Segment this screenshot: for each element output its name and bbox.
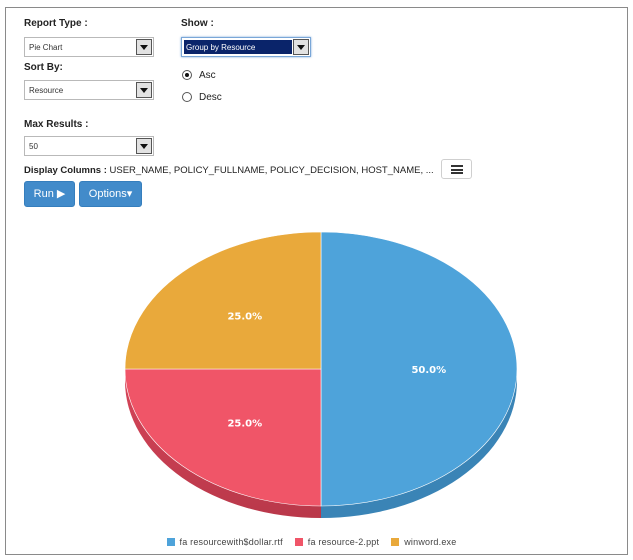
- max-results-value: 50: [29, 142, 38, 151]
- pie-slice[interactable]: [124, 368, 322, 507]
- legend-item[interactable]: fa resourcewith$dollar.rtf: [166, 537, 283, 547]
- report-type-value: Pie Chart: [29, 43, 63, 52]
- chevron-down-icon: [136, 138, 152, 154]
- options-button[interactable]: Options▾: [79, 181, 142, 207]
- legend-label: fa resourcewith$dollar.rtf: [179, 537, 283, 547]
- sort-by-select[interactable]: Resource: [24, 80, 154, 100]
- legend-label: fa resource-2.ppt: [307, 537, 380, 547]
- menu-icon: [451, 165, 463, 167]
- sort-desc-radio[interactable]: [182, 92, 192, 102]
- chevron-down-icon: [293, 39, 309, 55]
- pie-data-label: 25.0%: [227, 418, 262, 429]
- max-results-label: Max Results :: [24, 119, 89, 130]
- pie-data-label: 25.0%: [227, 312, 262, 323]
- run-button[interactable]: Run ▶: [24, 181, 75, 207]
- pie-data-label: 50.0%: [411, 365, 446, 376]
- chevron-down-icon: [136, 39, 152, 55]
- chart-legend: fa resourcewith$dollar.rtf fa resource-2.…: [6, 537, 629, 547]
- sort-by-value: Resource: [29, 86, 64, 95]
- display-columns: Display Columns : USER_NAME, POLICY_FULL…: [24, 165, 434, 176]
- report-type-label: Report Type :: [24, 18, 88, 29]
- pie-slice[interactable]: [124, 231, 322, 370]
- show-value: Group by Resource: [186, 43, 256, 52]
- display-columns-label: Display Columns :: [24, 165, 107, 176]
- legend-item[interactable]: winword.exe: [391, 537, 456, 547]
- pie-chart: 50.0% 25.0% 25.0%: [124, 231, 518, 518]
- sort-asc-radio[interactable]: [182, 70, 192, 80]
- chevron-down-icon: [136, 82, 152, 98]
- show-select[interactable]: Group by Resource: [181, 37, 311, 57]
- display-columns-value: USER_NAME, POLICY_FULLNAME, POLICY_DECIS…: [109, 165, 434, 176]
- sort-desc-label: Desc: [199, 92, 222, 103]
- menu-icon-line: [451, 172, 463, 174]
- legend-swatch: [166, 538, 175, 546]
- report-panel: Report Type : Pie Chart Show : Group by …: [5, 7, 628, 555]
- legend-item[interactable]: fa resource-2.ppt: [294, 537, 380, 547]
- show-label: Show :: [181, 18, 214, 29]
- sort-by-label: Sort By:: [24, 62, 63, 73]
- legend-swatch: [294, 538, 303, 546]
- max-results-select[interactable]: 50: [24, 136, 154, 156]
- report-type-select[interactable]: Pie Chart: [24, 37, 154, 57]
- columns-menu-button[interactable]: [441, 159, 472, 179]
- legend-label: winword.exe: [404, 537, 457, 547]
- sort-asc-label: Asc: [199, 70, 216, 81]
- legend-swatch: [391, 538, 400, 546]
- menu-icon-line: [451, 168, 463, 171]
